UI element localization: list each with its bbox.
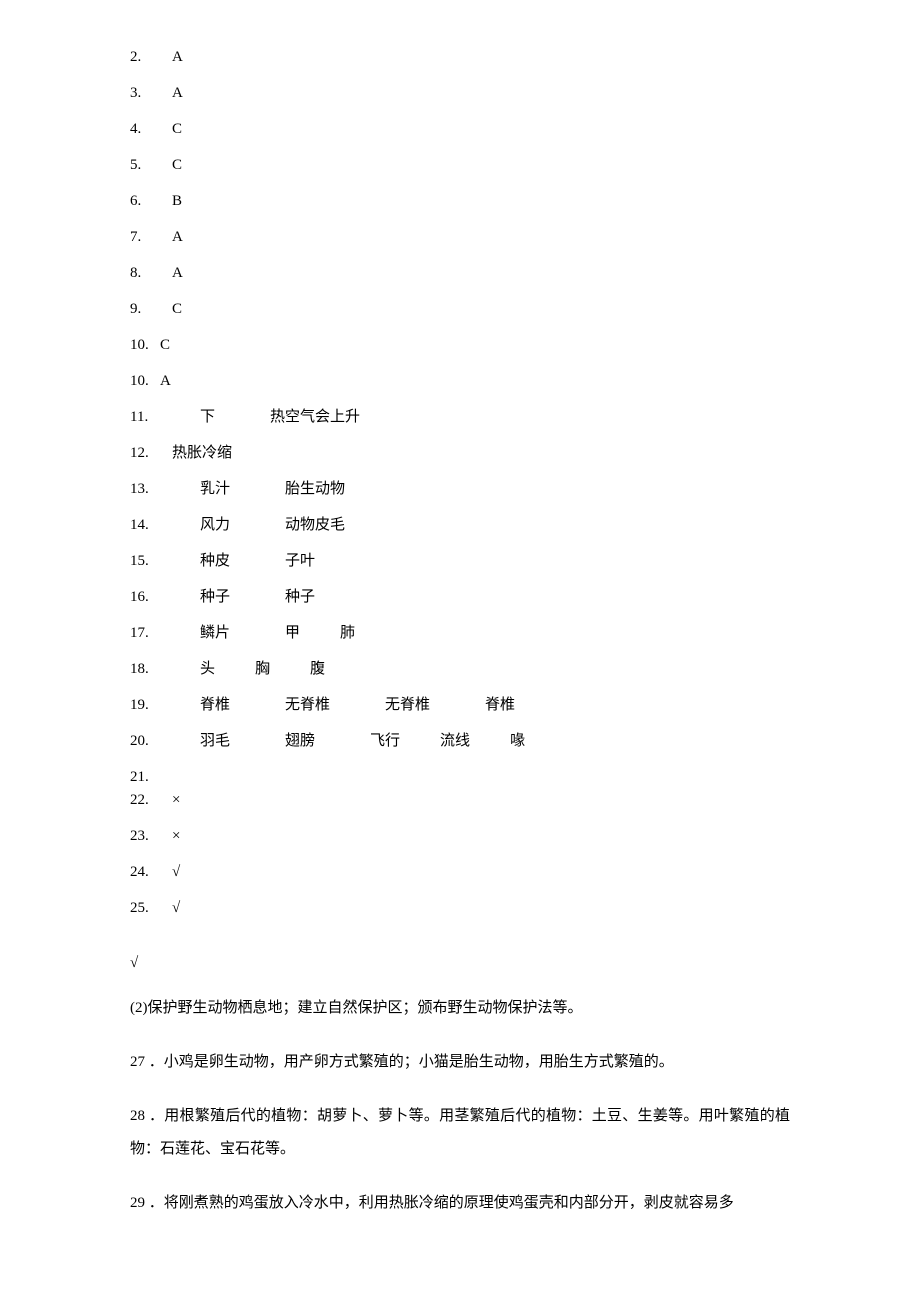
answer-num: 10. — [130, 374, 160, 389]
answer-row: 6. B — [130, 194, 790, 209]
tf-row: 25. √ — [130, 901, 790, 916]
paragraph: 27 ．小鸡是卵生动物，用产卵方式繁殖的；小猫是胎生动物，用胎生方式繁殖的。 — [130, 1046, 790, 1079]
fill-part: 动物皮毛 — [285, 518, 345, 533]
answer-val: C — [172, 302, 182, 317]
answer-val: C — [160, 338, 170, 353]
tf-num: 24. — [130, 865, 160, 880]
answer-row: 9. C — [130, 302, 790, 317]
answer-num: 2. — [130, 50, 160, 65]
fill-part: 甲 — [285, 626, 300, 641]
tf-row: 22. × — [130, 793, 790, 808]
fill-part: 喙 — [510, 734, 525, 749]
answer-val: A — [172, 86, 183, 101]
fill-num: 17. — [130, 626, 160, 641]
answer-num: 9. — [130, 302, 160, 317]
fill-part: 子叶 — [285, 554, 315, 569]
fill-row: 12. 热胀冷缩 — [130, 446, 790, 461]
fill-part: 种子 — [200, 590, 230, 605]
paragraph: (2)保护野生动物栖息地；建立自然保护区；颁布野生动物保护法等。 — [130, 992, 790, 1025]
fill-part: 种子 — [285, 590, 315, 605]
fill-part: 无脊椎 — [285, 698, 330, 713]
fill-part: 鳞片 — [200, 626, 230, 641]
answer-list: 2. A 3. A 4. C 5. C 6. B 7. A 8. A 9. C — [130, 50, 790, 389]
solo-mark: √ — [130, 956, 790, 971]
tf-row: 24. √ — [130, 865, 790, 880]
fill-row: 19. 脊椎 无脊椎 无脊椎 脊椎 — [130, 698, 790, 713]
page: 2. A 3. A 4. C 5. C 6. B 7. A 8. A 9. C — [0, 0, 920, 1301]
answer-val: C — [172, 158, 182, 173]
fill-part: 下 — [200, 410, 215, 425]
answer-val: C — [172, 122, 182, 137]
tf-num: 23. — [130, 829, 160, 844]
answer-num: 5. — [130, 158, 160, 173]
fill-row: 13. 乳汁 胎生动物 — [130, 482, 790, 497]
fill-num: 12. — [130, 446, 160, 461]
fill-num: 19. — [130, 698, 160, 713]
fill-part: 热空气会上升 — [270, 410, 360, 425]
fill-part: 胎生动物 — [285, 482, 345, 497]
fill-row: 20. 羽毛 翅膀 飞行 流线 喙 — [130, 734, 790, 749]
answer-val: A — [172, 230, 183, 245]
fill-part: 翅膀 — [285, 734, 315, 749]
answer-val: A — [172, 266, 183, 281]
tf-row: 21. — [130, 770, 790, 785]
answer-row: 2. A — [130, 50, 790, 65]
fill-num: 20. — [130, 734, 160, 749]
answer-num: 8. — [130, 266, 160, 281]
fill-part: 飞行 — [370, 734, 400, 749]
answer-row: 8. A — [130, 266, 790, 281]
answer-num: 6. — [130, 194, 160, 209]
fill-num: 15. — [130, 554, 160, 569]
fill-num: 11. — [130, 410, 160, 425]
answer-row: 7. A — [130, 230, 790, 245]
fill-part: 头 — [200, 662, 215, 677]
fill-num: 18. — [130, 662, 160, 677]
answer-row: 4. C — [130, 122, 790, 137]
answer-num: 3. — [130, 86, 160, 101]
fill-part: 种皮 — [200, 554, 230, 569]
fill-part: 肺 — [340, 626, 355, 641]
answer-val: B — [172, 194, 182, 209]
tf-val: √ — [172, 865, 180, 880]
fill-num: 13. — [130, 482, 160, 497]
fill-part: 乳汁 — [200, 482, 230, 497]
answer-num: 7. — [130, 230, 160, 245]
tf-num: 25. — [130, 901, 160, 916]
fill-part: 流线 — [440, 734, 470, 749]
fill-part: 脊椎 — [485, 698, 515, 713]
fill-part: 热胀冷缩 — [172, 446, 232, 461]
tf-row: 23. × — [130, 829, 790, 844]
answer-val: A — [160, 374, 171, 389]
fill-row: 14. 风力 动物皮毛 — [130, 518, 790, 533]
fill-row: 18. 头 胸 腹 — [130, 662, 790, 677]
answer-row: 5. C — [130, 158, 790, 173]
paragraph: 28 ．用根繁殖后代的植物：胡萝卜、萝卜等。用茎繁殖后代的植物：土豆、生姜等。用… — [130, 1100, 790, 1166]
fill-part: 无脊椎 — [385, 698, 430, 713]
fill-part: 羽毛 — [200, 734, 230, 749]
tf-val: √ — [172, 901, 180, 916]
fill-row: 11. 下 热空气会上升 — [130, 410, 790, 425]
fill-part: 腹 — [310, 662, 325, 677]
tf-val: × — [172, 793, 180, 808]
fill-row: 15. 种皮 子叶 — [130, 554, 790, 569]
fill-part: 风力 — [200, 518, 230, 533]
fill-num: 14. — [130, 518, 160, 533]
paragraph: 29 ．将刚煮熟的鸡蛋放入冷水中，利用热胀冷缩的原理使鸡蛋壳和内部分开，剥皮就容… — [130, 1187, 790, 1220]
answer-val: A — [172, 50, 183, 65]
answer-row: 3. A — [130, 86, 790, 101]
answer-num: 10. — [130, 338, 160, 353]
fill-num: 16. — [130, 590, 160, 605]
tf-num: 22. — [130, 793, 160, 808]
answer-row: 10. C — [130, 338, 790, 353]
answer-row: 10. A — [130, 374, 790, 389]
answer-num: 4. — [130, 122, 160, 137]
fill-list: 11. 下 热空气会上升 12. 热胀冷缩 13. 乳汁 胎生动物 14. 风力… — [130, 410, 790, 749]
fill-row: 16. 种子 种子 — [130, 590, 790, 605]
tf-val: × — [172, 829, 180, 844]
fill-row: 17. 鳞片 甲 肺 — [130, 626, 790, 641]
fill-part: 脊椎 — [200, 698, 230, 713]
tf-num: 21. — [130, 770, 160, 785]
tf-list: 21. 22. × 23. × 24. √ 25. √ — [130, 770, 790, 916]
fill-part: 胸 — [255, 662, 270, 677]
